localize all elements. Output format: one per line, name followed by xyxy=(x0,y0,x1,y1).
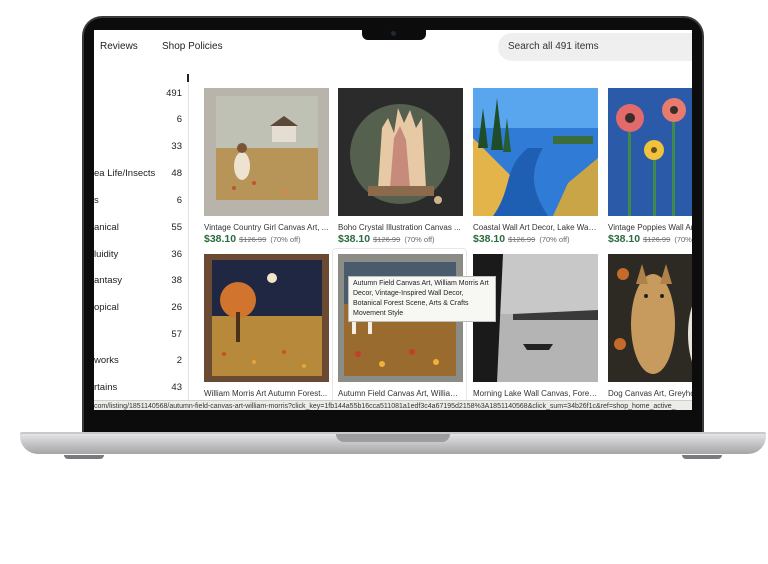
listing-price-line: $38.10 $126.99 (70% off) xyxy=(338,233,435,245)
listing-old-price: $126.99 xyxy=(643,235,671,244)
sidebar-item-label: opical xyxy=(94,302,119,313)
camera-icon xyxy=(391,31,396,36)
sidebar-item-count: 6 xyxy=(176,114,182,125)
sidebar-item[interactable]: 57 xyxy=(94,329,182,343)
sidebar-item-count: 491 xyxy=(166,88,182,99)
shop-policies-link[interactable]: Shop Policies xyxy=(162,41,223,52)
listing-image[interactable] xyxy=(473,88,598,216)
listing-old-price: $126.99 xyxy=(239,235,267,244)
sidebar-item[interactable]: antasy 38 xyxy=(94,275,182,289)
listing-discount: (70% off) xyxy=(404,235,435,244)
sidebar-item[interactable]: s6 xyxy=(94,195,182,209)
listing-title[interactable]: Dog Canvas Art, Greyho... xyxy=(608,389,692,398)
sidebar-item[interactable]: 491 xyxy=(94,88,182,102)
sidebar-item[interactable]: opical 26 xyxy=(94,302,182,316)
reviews-link[interactable]: Reviews xyxy=(100,41,138,52)
sidebar-divider xyxy=(188,74,189,404)
category-sidebar: 491 6 33 ea Life/Insects 48 s6 anical 55 l… xyxy=(94,74,189,404)
sidebar-item[interactable]: works 2 xyxy=(94,355,182,369)
sidebar-item[interactable]: 33 xyxy=(94,141,182,155)
listing-title[interactable]: Autumn Field Canvas Art, William... xyxy=(338,389,463,398)
listing-image[interactable] xyxy=(338,88,463,216)
listing-image[interactable] xyxy=(204,254,329,382)
camera-notch xyxy=(362,28,426,40)
listing-tooltip: Autumn Field Canvas Art, William Morris … xyxy=(348,276,496,322)
laptop-foot-left xyxy=(64,455,104,459)
listing-discount: (70% off) xyxy=(270,235,301,244)
sidebar-item[interactable]: 6 xyxy=(94,114,182,128)
listing-price-line: $38.10 $126.99 (70% xyxy=(608,233,692,245)
listing-old-price: $126.99 xyxy=(373,235,401,244)
listing-title[interactable]: Vintage Country Girl Canvas Art, ... xyxy=(204,223,329,232)
sidebar-item-label: antasy xyxy=(94,275,122,286)
listing-title[interactable]: Coastal Wall Art Decor, Lake Wall ... xyxy=(473,223,598,232)
sidebar-item-count: 57 xyxy=(171,329,182,340)
search-input[interactable]: Search all 491 items xyxy=(498,33,692,61)
sidebar-item[interactable]: luidity 36 xyxy=(94,249,182,263)
listing-title[interactable]: Morning Lake Wall Canvas, Forest... xyxy=(473,389,598,398)
listing-title[interactable]: Vintage Poppies Wall Ar... xyxy=(608,223,692,232)
listing-price-line: $38.10 $126.99 (70% off) xyxy=(473,233,570,245)
search-placeholder: Search all 491 items xyxy=(508,41,599,52)
listing-price: $38.10 xyxy=(473,233,506,245)
sidebar-item-count: 36 xyxy=(171,249,182,260)
scroll-indicator xyxy=(187,74,189,82)
laptop-opening-notch xyxy=(336,434,450,442)
listing-price-line: $38.10 $126.99 (70% off) xyxy=(204,233,301,245)
sidebar-item-count: 26 xyxy=(171,302,182,313)
sidebar-item-label: rtains xyxy=(94,382,118,393)
listing-image[interactable] xyxy=(204,88,329,216)
sidebar-item-count: 6 xyxy=(176,195,182,206)
sidebar-item-label: luidity xyxy=(94,249,119,260)
listing-image[interactable] xyxy=(608,254,692,382)
listing-discount: (70% off) xyxy=(539,235,570,244)
sidebar-item[interactable]: anical 55 xyxy=(94,222,182,236)
listing-price: $38.10 xyxy=(204,233,237,245)
sidebar-item[interactable]: ea Life/Insects 48 xyxy=(94,168,182,182)
listing-price: $38.10 xyxy=(338,233,371,245)
sidebar-item-count: 43 xyxy=(171,382,182,393)
sidebar-item-count: 38 xyxy=(171,275,182,286)
sidebar-item-count: 2 xyxy=(176,355,182,366)
listing-old-price: $126.99 xyxy=(508,235,536,244)
laptop-bezel-bottom xyxy=(94,410,692,420)
listing-price: $38.10 xyxy=(608,233,641,245)
laptop-screen: Reviews Shop Policies Search all 491 ite… xyxy=(94,30,692,410)
listing-title[interactable]: William Morris Art Autumn Forest... xyxy=(204,389,329,398)
sidebar-item-count: 33 xyxy=(171,141,182,152)
listing-discount: (70% xyxy=(674,235,692,244)
sidebar-item-count: 55 xyxy=(171,222,182,233)
listing-image[interactable] xyxy=(608,88,692,216)
sidebar-item-label: anical xyxy=(94,222,119,233)
sidebar-item-label: works xyxy=(94,355,119,366)
laptop-foot-right xyxy=(682,455,722,459)
sidebar-item[interactable]: rtains 43 xyxy=(94,382,182,396)
sidebar-item-label: s xyxy=(94,195,99,206)
sidebar-item-count: 48 xyxy=(171,168,182,179)
browser-status-url: com/listing/1851140568/autumn-field-canv… xyxy=(94,400,692,410)
listing-title[interactable]: Boho Crystal Illustration Canvas ... xyxy=(338,223,463,232)
sidebar-item-label: ea Life/Insects xyxy=(94,168,156,179)
